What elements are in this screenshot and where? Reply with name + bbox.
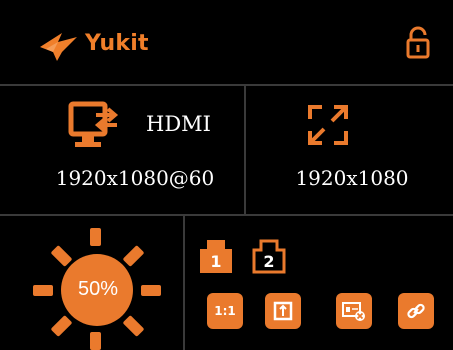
brightness-value: 50% xyxy=(77,278,119,300)
middle-divider xyxy=(0,214,453,216)
yukit-logo-icon xyxy=(40,33,77,61)
monitor-input-icon xyxy=(68,101,119,147)
link-button[interactable] xyxy=(398,293,434,329)
controls-column-divider xyxy=(183,214,185,350)
info-column-divider xyxy=(244,84,246,214)
channel-2-button[interactable]: 2 xyxy=(252,237,286,274)
output-resolution: 1920x1080 xyxy=(295,166,409,190)
fullscreen-icon[interactable] xyxy=(306,103,350,147)
card-disconnect-icon xyxy=(342,302,365,321)
link-icon xyxy=(407,303,425,319)
channel-2-label: 2 xyxy=(263,252,275,271)
device-screen: Yukit HDMI 1920x1080@60 1920x1080 50% 1 … xyxy=(0,0,453,350)
unlocked-padlock-icon[interactable] xyxy=(405,26,431,60)
source-resolution: 1920x1080@60 xyxy=(55,166,215,190)
header-divider xyxy=(0,84,453,86)
scale-1-1-label: 1:1 xyxy=(214,304,236,318)
rotate-screen-button[interactable] xyxy=(265,293,301,329)
rotate-screen-icon xyxy=(273,301,293,321)
brand-name: Yukit xyxy=(85,31,149,56)
source-label: HDMI xyxy=(146,112,211,136)
channel-1-button[interactable]: 1 xyxy=(199,237,233,274)
channel-1-label: 1 xyxy=(210,252,222,271)
scale-1-1-button[interactable]: 1:1 xyxy=(207,293,243,329)
card-disconnect-button[interactable] xyxy=(336,293,372,329)
